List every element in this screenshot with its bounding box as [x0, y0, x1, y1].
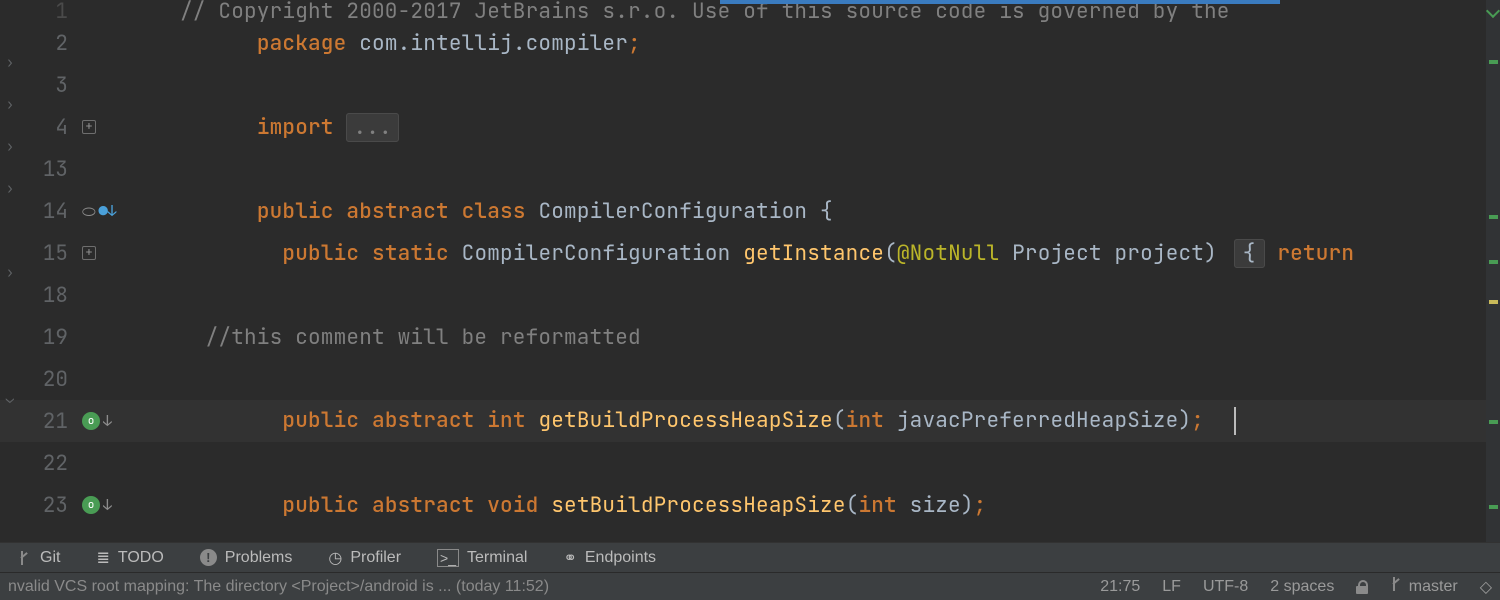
toolwin-endpoints[interactable]: ⚭ Endpoints	[545, 543, 674, 572]
tool-window-bar: Git ≣ TODO ! Problems ◷ Profiler >_ Term…	[0, 542, 1500, 572]
stripe-marker[interactable]	[1489, 505, 1498, 509]
code-line-active[interactable]: 21 o ↓ public abstract int getBuildProce…	[0, 400, 1500, 442]
method-name: getBuildProcessHeapSize	[538, 407, 832, 434]
fold-placeholder[interactable]: {	[1234, 239, 1265, 268]
line-separator[interactable]: LF	[1162, 578, 1181, 596]
override-icon[interactable]: o	[82, 496, 100, 514]
code-line[interactable]: 4 + import ...	[0, 106, 1500, 148]
keyword: import	[257, 114, 334, 141]
fold-toggle-icon[interactable]: +	[82, 120, 96, 134]
warning-icon: !	[200, 549, 217, 566]
notifications-icon[interactable]: ◇	[1480, 577, 1492, 597]
status-bar: nvalid VCS root mapping: The directory <…	[0, 572, 1500, 600]
toolwin-label: Git	[40, 549, 60, 567]
toolwin-problems[interactable]: ! Problems	[182, 543, 311, 572]
git-branch-widget[interactable]: master	[1390, 577, 1457, 596]
override-icon[interactable]: o	[82, 412, 100, 430]
text-caret	[1234, 407, 1236, 435]
branch-icon	[1390, 577, 1404, 591]
terminal-icon: >_	[437, 549, 459, 567]
keyword: package	[257, 30, 347, 57]
git-icon	[18, 551, 32, 565]
code-editor[interactable]: 1 // Copyright 2000-2017 JetBrains s.r.o…	[0, 0, 1500, 542]
selection-indicator	[720, 0, 1280, 4]
toolwin-terminal[interactable]: >_ Terminal	[419, 543, 545, 572]
endpoints-icon: ⚭	[563, 548, 576, 568]
method-name: getInstance	[743, 240, 884, 267]
fold-toggle-icon[interactable]: +	[82, 246, 96, 260]
overriding-nav-icon[interactable]: ↓	[103, 495, 112, 515]
code-line[interactable]: 23 o ↓ public abstract void setBuildProc…	[0, 484, 1500, 526]
code-line[interactable]: 2 package com.intellij.compiler;	[0, 22, 1500, 64]
usages-icon[interactable]: ⬭	[82, 201, 96, 222]
status-message[interactable]: nvalid VCS root mapping: The directory <…	[8, 578, 549, 596]
toolwin-git[interactable]: Git	[0, 543, 78, 572]
readonly-toggle-icon[interactable]	[1356, 580, 1368, 594]
stripe-marker[interactable]	[1489, 215, 1498, 219]
fold-placeholder[interactable]: ...	[346, 113, 398, 142]
annotation: @NotNull	[897, 240, 999, 267]
left-tool-rail: ›››››⌄	[0, 0, 20, 542]
profiler-icon: ◷	[328, 548, 342, 568]
list-icon: ≣	[96, 548, 109, 568]
stripe-marker[interactable]	[1489, 60, 1498, 64]
overriding-nav-icon[interactable]: ↓	[103, 411, 112, 431]
subclass-nav-icon[interactable]: ●↓	[99, 201, 117, 221]
toolwin-label: TODO	[118, 549, 164, 567]
error-stripe[interactable]	[1486, 0, 1500, 542]
method-name: setBuildProcessHeapSize	[551, 492, 845, 519]
stripe-marker[interactable]	[1489, 260, 1498, 264]
toolwin-profiler[interactable]: ◷ Profiler	[310, 543, 419, 572]
comment-text: //this comment will be reformatted	[206, 324, 641, 351]
file-encoding[interactable]: UTF-8	[1203, 578, 1248, 596]
toolwin-label: Profiler	[350, 549, 401, 567]
stripe-marker[interactable]	[1489, 300, 1498, 304]
inspection-ok-icon[interactable]	[1486, 4, 1500, 18]
toolwin-label: Endpoints	[585, 549, 656, 567]
code-line[interactable]: 19 //this comment will be reformatted	[0, 316, 1500, 358]
toolwin-label: Problems	[225, 549, 293, 567]
code-line[interactable]: 15 + public static CompilerConfiguration…	[0, 232, 1500, 274]
caret-position[interactable]: 21:75	[1100, 578, 1140, 596]
toolwin-label: Terminal	[467, 549, 527, 567]
stripe-marker[interactable]	[1489, 420, 1498, 424]
indent-setting[interactable]: 2 spaces	[1270, 578, 1334, 596]
toolwin-todo[interactable]: ≣ TODO	[78, 543, 181, 572]
